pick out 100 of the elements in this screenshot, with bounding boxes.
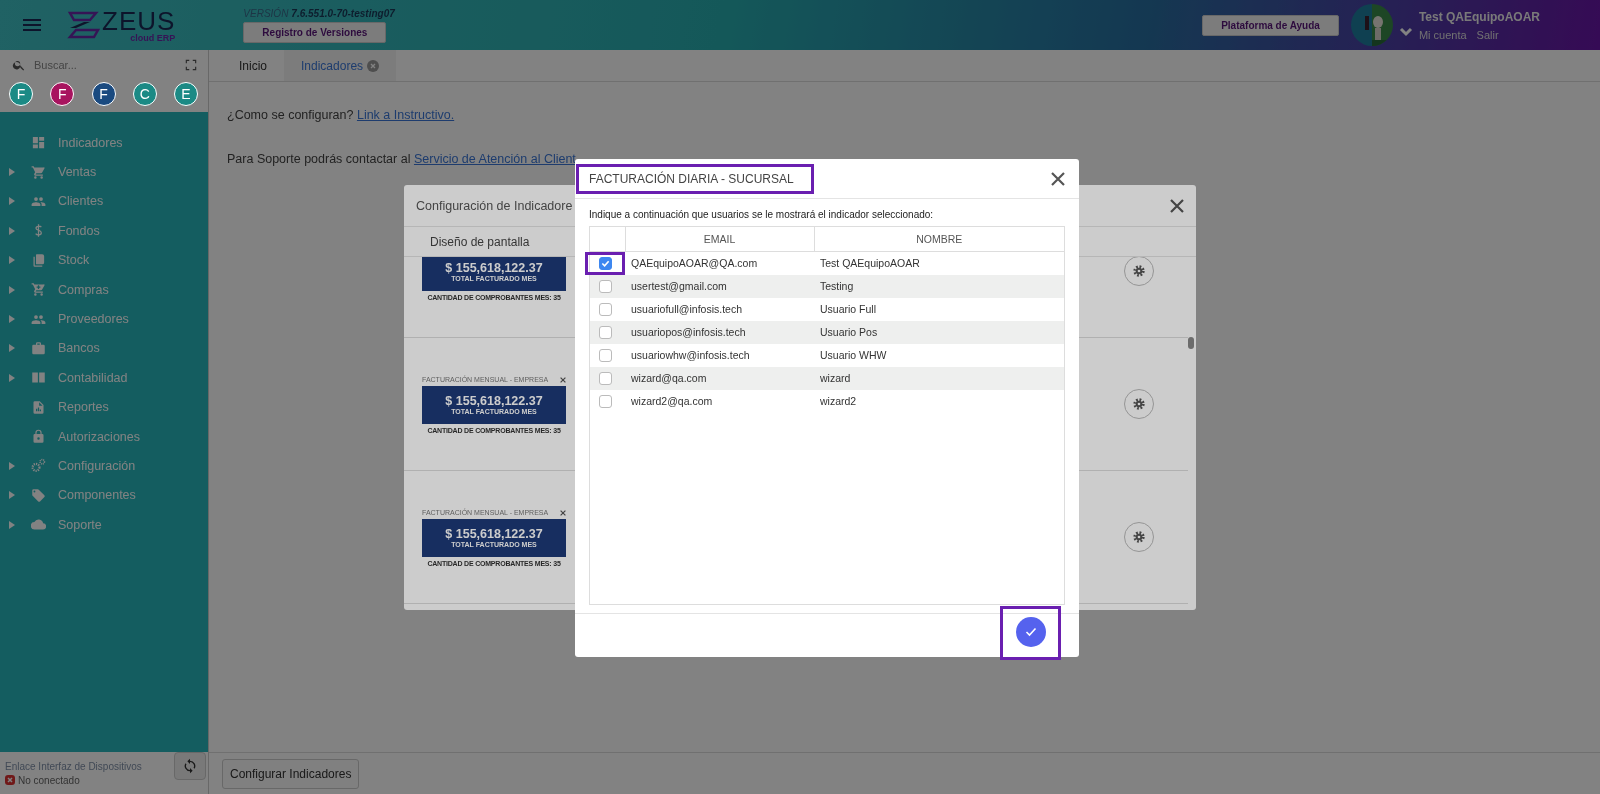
configure-button[interactable]: Configurar Indicadores xyxy=(222,758,360,789)
cloud-icon xyxy=(31,517,46,533)
report-icon xyxy=(31,399,46,415)
scrollbar-thumb[interactable] xyxy=(1188,337,1194,349)
sidebar-item[interactable]: Stock xyxy=(58,253,90,268)
confirm-button[interactable] xyxy=(1016,616,1046,647)
close-icon[interactable] xyxy=(1051,171,1065,186)
fullscreen-icon[interactable] xyxy=(184,58,198,72)
close-icon xyxy=(560,509,566,516)
close-icon[interactable] xyxy=(1170,198,1184,213)
name-cell: Testing xyxy=(814,274,1064,298)
chevron-down-icon[interactable] xyxy=(1398,25,1413,39)
settings-icon xyxy=(1131,263,1147,279)
email-cell: wizard2@qa.com xyxy=(625,389,814,413)
help-text: ¿Como se configuran? xyxy=(227,108,354,122)
support-text: Para Soporte podrás contactar al xyxy=(227,152,411,166)
expand-arrow-icon[interactable] xyxy=(9,285,15,294)
tab[interactable]: Inicio xyxy=(222,50,284,81)
refresh-icon xyxy=(182,758,198,774)
expand-arrow-icon[interactable] xyxy=(9,344,15,353)
search-icon xyxy=(12,58,26,72)
expand-arrow-icon[interactable] xyxy=(9,226,15,235)
email-cell: usuariopos@infosis.tech xyxy=(625,320,814,344)
shortcut-button[interactable]: F xyxy=(9,82,33,106)
sidebar-item[interactable]: Autorizaciones xyxy=(58,429,140,444)
briefcase-icon xyxy=(31,340,46,356)
email-cell: usuariofull@infosis.tech xyxy=(625,297,814,321)
versions-button[interactable]: Registro de Versiones xyxy=(243,21,387,43)
checkbox[interactable] xyxy=(598,371,612,385)
settings-icon xyxy=(1131,396,1147,412)
name-cell: Test QAEquipoAOAR xyxy=(814,251,1064,275)
customer-service-link[interactable]: Servicio de Atención al Client xyxy=(413,152,576,166)
indicator-amount: $ 155,618,122.37 xyxy=(445,394,543,408)
expand-arrow-icon[interactable] xyxy=(9,491,15,500)
expand-arrow-icon[interactable] xyxy=(9,197,15,206)
device-link-title: Enlace Interfaz de Dispositivos xyxy=(5,760,142,772)
account-link[interactable]: Mi cuenta xyxy=(1418,28,1467,41)
tag-icon xyxy=(31,487,46,503)
instructions-link[interactable]: Link a Instructivo. xyxy=(356,108,455,122)
dialog-title: FACTURACIÓN DIARIA - SUCURSAL xyxy=(576,163,814,194)
expand-arrow-icon[interactable] xyxy=(9,520,15,529)
sidebar-item[interactable]: Contabilidad xyxy=(58,370,128,385)
checkbox[interactable] xyxy=(598,302,612,316)
book-icon xyxy=(31,370,46,386)
lock-icon xyxy=(31,429,46,445)
sidebar-item[interactable]: Indicadores xyxy=(58,135,123,150)
sidebar-item[interactable]: Componentes xyxy=(58,488,136,503)
expand-arrow-icon[interactable] xyxy=(9,315,15,324)
email-cell: usertest@gmail.com xyxy=(625,274,814,298)
help-button[interactable]: Plataforma de Ayuda xyxy=(1202,14,1339,36)
settings-button[interactable] xyxy=(1124,257,1154,286)
sidebar-item[interactable]: Clientes xyxy=(58,194,104,209)
checkbox[interactable] xyxy=(598,348,612,362)
logout-link[interactable]: Salir xyxy=(1476,28,1499,41)
name-cell: wizard2 xyxy=(814,389,1064,413)
settings-icon xyxy=(1131,529,1147,545)
name-cell: Usuario Full xyxy=(814,297,1064,321)
sidebar-item[interactable]: Compras xyxy=(58,282,109,297)
dialog-title: Configuración de Indicadore xyxy=(416,198,573,213)
column-header: NOMBRE xyxy=(814,227,1064,251)
error-icon xyxy=(5,775,15,785)
search-field[interactable]: Buscar... xyxy=(32,58,178,72)
expand-arrow-icon[interactable] xyxy=(9,256,15,265)
shortcut-button[interactable]: F xyxy=(91,82,116,106)
email-cell: QAEquipoAOAR@QA.com xyxy=(625,251,814,275)
checkbox[interactable] xyxy=(598,279,612,293)
connection-status: No conectado xyxy=(18,774,80,786)
indicator-amount: $ 155,618,122.37 xyxy=(445,261,543,275)
email-cell: wizard@qa.com xyxy=(625,366,814,390)
dashboard-icon xyxy=(31,135,46,151)
sidebar-item[interactable]: Bancos xyxy=(58,341,100,356)
check-icon xyxy=(1025,625,1037,638)
sidebar-item[interactable]: Fondos xyxy=(58,223,100,238)
email-cell: usuariowhw@infosis.tech xyxy=(625,343,814,367)
expand-arrow-icon[interactable] xyxy=(9,462,15,470)
sidebar-item[interactable]: Soporte xyxy=(58,517,102,532)
expand-arrow-icon[interactable] xyxy=(9,373,15,382)
sidebar-item[interactable]: Reportes xyxy=(58,400,109,415)
shortcut-button[interactable]: C xyxy=(132,82,157,106)
tab[interactable]: Indicadores xyxy=(284,50,397,81)
refresh-button[interactable] xyxy=(174,752,206,780)
shortcut-button[interactable]: F xyxy=(50,82,75,106)
sidebar-item[interactable]: Ventas xyxy=(58,165,97,180)
shortcut-button[interactable]: E xyxy=(174,82,198,106)
tab[interactable]: Diseño de pantalla xyxy=(404,227,556,256)
name-cell: Usuario WHW xyxy=(814,343,1064,367)
sidebar-item[interactable]: Configuración xyxy=(58,459,136,473)
expand-arrow-icon[interactable] xyxy=(9,168,15,177)
checkbox[interactable] xyxy=(598,325,612,339)
checkbox[interactable] xyxy=(598,256,612,270)
settings-button[interactable] xyxy=(1124,389,1154,419)
checkbox[interactable] xyxy=(598,394,612,408)
cart-plus-icon xyxy=(31,282,46,298)
logo-subtitle: cloud ERP xyxy=(130,33,176,43)
settings-button[interactable] xyxy=(1124,522,1154,552)
column-header: EMAIL xyxy=(625,227,814,251)
version-number: 7.6.551.0-70-testing07 xyxy=(291,7,395,19)
sidebar-item[interactable]: Proveedores xyxy=(58,312,129,327)
instruction-text: Indique a continuación que usuarios se le mostrará el indicador seleccionado: xyxy=(588,208,935,222)
user-name: Test QAEquipoAOAR xyxy=(1418,9,1540,24)
